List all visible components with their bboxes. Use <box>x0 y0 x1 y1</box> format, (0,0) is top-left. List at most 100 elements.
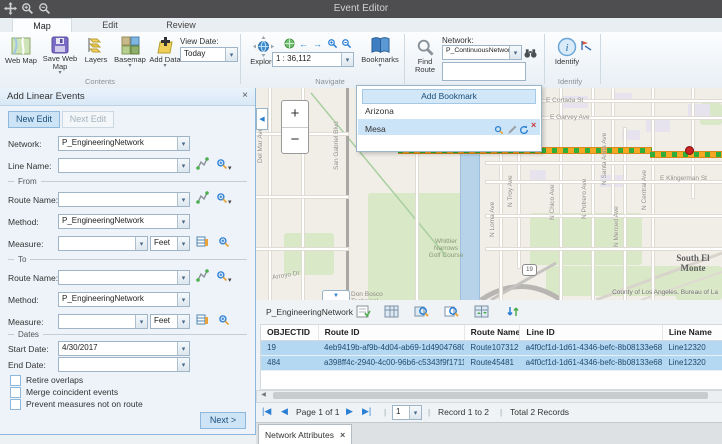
view-date-dropdown-button[interactable] <box>225 48 237 61</box>
find-route-button[interactable]: Find Route <box>410 38 440 74</box>
from-route-name-combo[interactable] <box>58 192 190 207</box>
from-select-route-icon[interactable] <box>196 191 209 209</box>
last-page-button[interactable]: ▶| <box>362 406 371 417</box>
page-number-combo[interactable]: 1 <box>392 405 422 420</box>
to-zoom-icon[interactable] <box>218 313 230 331</box>
next-page-button[interactable]: ▶ <box>346 406 353 417</box>
column-header-route-id[interactable]: Route ID <box>319 325 465 340</box>
bookmark-zoom-icon[interactable] <box>494 122 504 140</box>
end-date-combo[interactable] <box>58 357 190 372</box>
add-data-button[interactable]: Add Data <box>148 36 182 68</box>
pan-icon[interactable] <box>4 2 17 15</box>
retire-overlaps-checkbox[interactable] <box>10 375 21 386</box>
to-measure-dropdown-button[interactable] <box>135 315 147 328</box>
column-header-line-id[interactable]: Line ID <box>520 325 662 340</box>
next-button[interactable]: Next > <box>200 412 246 429</box>
to-measure-tool-icon[interactable] <box>196 313 209 331</box>
to-route-name-combo[interactable] <box>58 270 190 285</box>
view-date-combo[interactable]: Today <box>180 47 238 62</box>
first-page-button[interactable]: |◀ <box>262 406 271 417</box>
from-measure-combo[interactable] <box>58 236 148 251</box>
sort-icon[interactable] <box>506 305 523 319</box>
to-zoom-dropdown-icon[interactable]: ▾ <box>216 269 232 287</box>
previous-extent-icon[interactable]: ← <box>297 38 310 49</box>
map-zoom-out-icon[interactable] <box>340 38 353 49</box>
to-method-combo[interactable]: P_EngineeringNetwork <box>58 292 190 307</box>
scale-dropdown-button[interactable] <box>341 53 353 66</box>
next-edit-button[interactable]: Next Edit <box>62 111 114 128</box>
collapse-table-arrow[interactable]: ▼ <box>322 290 350 300</box>
line-zoom-dropdown-icon[interactable]: ▾ <box>216 157 232 175</box>
zoom-out-button[interactable]: − <box>282 128 308 153</box>
select-line-icon[interactable] <box>196 157 209 175</box>
table-row[interactable]: 19 4eb9419b-af9b-4d04-ab69-1d490476802b … <box>261 341 722 356</box>
prev-page-button[interactable]: ◀ <box>281 406 288 417</box>
line-name-combo[interactable] <box>58 158 190 173</box>
full-extent-icon[interactable] <box>283 38 296 49</box>
from-zoom-icon[interactable] <box>218 235 230 253</box>
start-date-combo[interactable]: 4/30/2017 <box>58 341 190 356</box>
to-unit-combo[interactable]: Feet <box>150 314 190 329</box>
from-measure-tool-icon[interactable] <box>196 235 209 253</box>
prevent-measures-checkbox[interactable] <box>10 399 21 410</box>
basemap-button[interactable]: Basemap <box>112 36 148 68</box>
panel-close-icon[interactable]: × <box>242 90 248 101</box>
network-dropdown-button[interactable] <box>509 46 521 59</box>
bookmark-item-arizona[interactable]: Arizona <box>358 105 546 118</box>
tab-close-icon[interactable]: × <box>340 430 345 440</box>
line-name-dropdown-button[interactable] <box>177 159 189 172</box>
pan-to-selection-icon[interactable] <box>444 305 461 319</box>
tab-map[interactable]: Map <box>12 18 72 33</box>
scale-combo[interactable]: 1 : 36,112 <box>272 52 354 67</box>
panel-network-dropdown-button[interactable] <box>177 137 189 150</box>
bookmark-item-mesa[interactable]: Mesa × <box>358 119 540 135</box>
panel-network-combo[interactable]: P_EngineeringNetwork <box>58 136 190 151</box>
to-unit-dropdown-button[interactable] <box>177 315 189 328</box>
collapse-panel-arrow[interactable]: ◀ <box>256 108 268 130</box>
tab-review[interactable]: Review <box>150 18 212 32</box>
new-edit-button[interactable]: New Edit <box>8 111 60 128</box>
from-measure-dropdown-button[interactable] <box>135 237 147 250</box>
bookmark-refresh-icon[interactable] <box>519 122 529 140</box>
tab-network-attributes[interactable]: Network Attributes × <box>258 424 352 444</box>
switch-selection-icon[interactable] <box>474 305 491 319</box>
clear-flags-icon[interactable] <box>580 38 592 56</box>
from-route-dropdown-button[interactable] <box>177 193 189 206</box>
column-header-route-name[interactable]: Route Name <box>465 325 521 340</box>
from-method-combo[interactable]: P_EngineeringNetwork <box>58 214 190 229</box>
from-unit-combo[interactable]: Feet <box>150 236 190 251</box>
zoom-in-button[interactable]: + <box>282 101 308 128</box>
grid-icon[interactable] <box>384 305 401 319</box>
bookmark-delete-icon[interactable]: × <box>531 120 536 130</box>
end-date-dropdown-button[interactable] <box>177 358 189 371</box>
next-extent-icon[interactable]: → <box>311 38 324 49</box>
route-search-input[interactable] <box>442 62 526 81</box>
identify-button[interactable]: i Identify <box>552 37 582 66</box>
to-route-dropdown-button[interactable] <box>177 271 189 284</box>
page-number-dropdown-button[interactable] <box>409 406 421 419</box>
zoom-in-icon[interactable] <box>21 2 34 15</box>
zoom-to-selection-icon[interactable] <box>414 305 431 319</box>
add-bookmark-button[interactable]: Add Bookmark <box>362 89 536 104</box>
zoom-out-icon[interactable] <box>38 2 51 15</box>
scroll-left-arrow[interactable]: ◀ <box>258 391 269 400</box>
network-combo[interactable]: P_ContinuousNetwork <box>442 45 522 60</box>
scrollbar-thumb[interactable] <box>273 392 708 399</box>
map-zoom-in-icon[interactable] <box>326 38 339 49</box>
to-method-dropdown-button[interactable] <box>177 293 189 306</box>
from-method-dropdown-button[interactable] <box>177 215 189 228</box>
table-row[interactable]: 484 a398ff4c-2940-4c00-96b6-c5343f9f1711… <box>261 356 722 371</box>
merge-coincident-checkbox[interactable] <box>10 387 21 398</box>
column-header-objectid[interactable]: OBJECTID <box>261 325 319 340</box>
bookmarks-button[interactable]: Bookmarks <box>360 36 400 68</box>
to-measure-combo[interactable] <box>58 314 148 329</box>
layers-button[interactable]: Layers <box>80 36 112 64</box>
show-selected-icon[interactable] <box>356 305 373 319</box>
from-unit-dropdown-button[interactable] <box>177 237 189 250</box>
web-map-button[interactable]: Web Map <box>4 36 38 65</box>
column-header-line-name[interactable]: Line Name <box>663 325 722 340</box>
horizontal-scrollbar[interactable]: ◀ <box>256 390 722 403</box>
bookmark-edit-icon[interactable] <box>507 122 517 140</box>
start-date-dropdown-button[interactable] <box>177 342 189 355</box>
save-web-map-button[interactable]: Save Web Map <box>42 36 78 75</box>
